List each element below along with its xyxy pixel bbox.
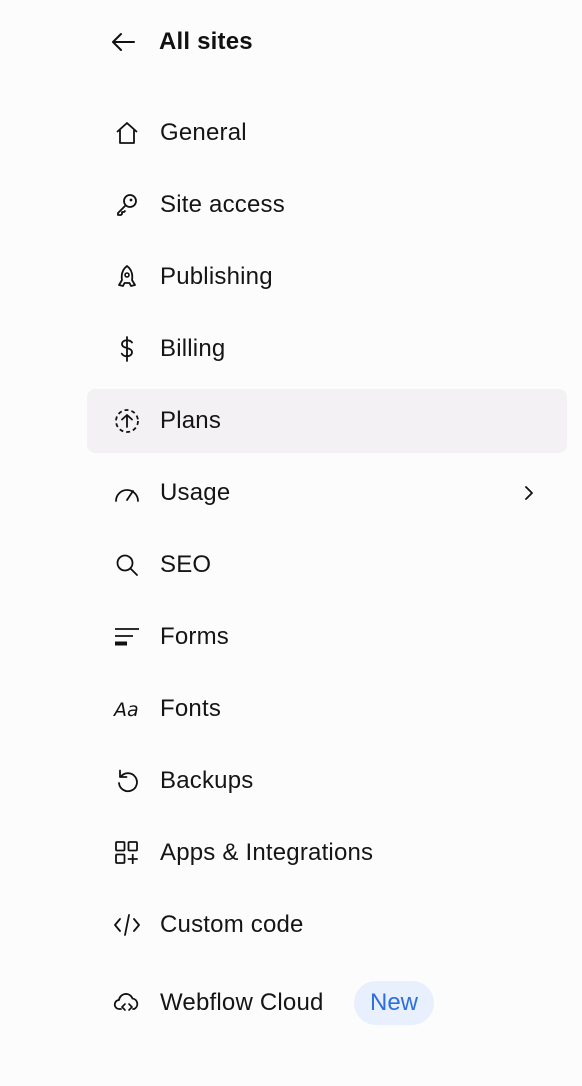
nav-item-webflow-cloud[interactable]: Webflow Cloud New [87,971,567,1035]
dollar-icon [113,335,141,363]
nav-item-label: Webflow Cloud [160,989,324,1016]
gauge-icon [113,479,141,507]
svg-text:Aa: Aa [113,699,139,720]
code-icon [113,911,141,939]
nav-item-label: Billing [160,335,226,362]
nav-item-label: Publishing [160,263,273,290]
new-badge: New [354,981,435,1025]
nav-item-apps-integrations[interactable]: Apps & Integrations [87,821,567,885]
back-to-all-sites-button[interactable]: All sites [110,18,253,66]
form-lines-icon [113,623,141,651]
apps-grid-icon [113,839,141,867]
search-icon [113,551,141,579]
home-icon [113,119,141,147]
nav-item-seo[interactable]: SEO [87,533,567,597]
nav-item-forms[interactable]: Forms [87,605,567,669]
rocket-icon [113,263,141,291]
key-icon [113,191,141,219]
nav-item-site-access[interactable]: Site access [87,173,567,237]
nav-item-label: General [160,119,247,146]
nav-item-billing[interactable]: Billing [87,317,567,381]
nav-item-label: Plans [160,407,222,434]
nav-item-plans[interactable]: Plans [87,389,567,453]
nav-item-label: Site access [160,191,285,218]
nav-item-label: SEO [160,551,212,578]
nav-item-label: Forms [160,623,229,650]
nav-item-label: Custom code [160,911,304,938]
nav-item-label: Usage [160,479,231,506]
nav-item-label: Fonts [160,695,222,722]
nav-item-backups[interactable]: Backups [87,749,567,813]
chevron-right-icon [521,485,537,501]
font-aa-icon: Aa [113,695,141,723]
nav-item-fonts[interactable]: Aa Fonts [87,677,567,741]
back-label: All sites [159,28,253,55]
nav-item-usage[interactable]: Usage [87,461,567,525]
nav-item-custom-code[interactable]: Custom code [87,893,567,957]
plan-upgrade-icon [113,407,141,435]
nav-item-publishing[interactable]: Publishing [87,245,567,309]
arrow-left-icon [110,30,142,54]
nav-item-label: Apps & Integrations [160,839,374,866]
nav-item-general[interactable]: General [87,101,567,165]
restore-icon [113,767,141,795]
nav-item-label: Backups [160,767,254,794]
cloud-code-icon [113,989,141,1017]
site-settings-sidebar: All sites General Site access Publishing… [0,0,582,1086]
